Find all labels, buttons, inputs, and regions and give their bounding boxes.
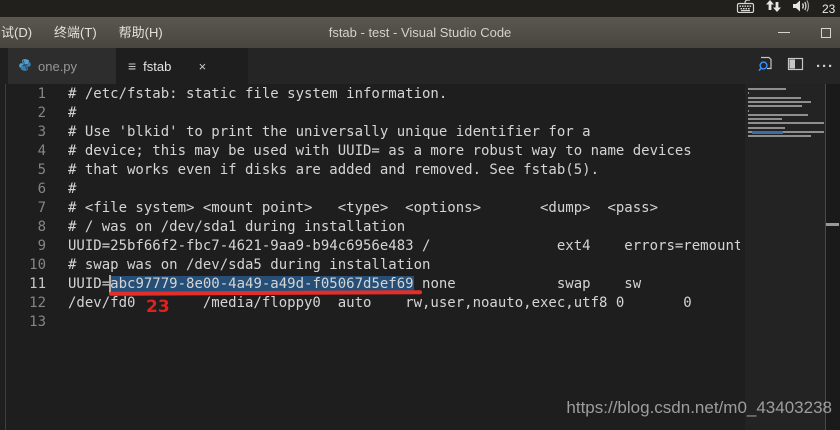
list-file-icon: ≡ [128, 58, 137, 74]
clock-text: 23 [822, 1, 836, 16]
minimap-line [748, 118, 782, 121]
line-text: # device; this may be used with UUID= as… [68, 143, 692, 159]
code-line[interactable]: 7 # <file system> <mount point> <type> <o… [0, 199, 740, 218]
keyboard-icon[interactable] [736, 0, 755, 18]
line-text: /dev/fd0 /media/floppy0 auto rw,user,noa… [68, 295, 692, 311]
tab-fstab[interactable]: ≡ fstab × [116, 48, 248, 84]
line-number[interactable]: 12 [0, 294, 46, 313]
line-number[interactable]: 4 [0, 142, 46, 161]
line-text: # <file system> <mount point> <type> <op… [68, 200, 659, 216]
network-updown-arrows-icon[interactable] [765, 0, 782, 18]
menu-help[interactable]: 帮助(H) [108, 17, 174, 48]
minimap-line [748, 109, 749, 112]
code-line[interactable]: 4 # device; this may be used with UUID= a… [0, 142, 740, 161]
more-actions-icon[interactable]: ··· [816, 58, 834, 75]
minimap[interactable] [745, 84, 825, 430]
maximize-button[interactable] [812, 17, 840, 48]
minimap-line [748, 126, 785, 129]
minimap-line [748, 96, 801, 99]
minimap-line [748, 88, 787, 90]
code-line[interactable]: 10 # swap was on /dev/sda5 during install… [0, 256, 740, 275]
line-text: # swap was on /dev/sda5 during installat… [68, 257, 431, 273]
minimize-icon [778, 32, 790, 33]
editor-pane[interactable]: 1 # /etc/fstab: static file system inform… [0, 84, 840, 430]
sidebar-edge [0, 48, 8, 84]
line-text: UUID=25bf66f2-fbc7-4621-9aa9-b94c6956e48… [68, 238, 740, 254]
volume-icon[interactable] [792, 0, 812, 18]
line-number[interactable]: 11 [0, 275, 46, 294]
csdn-watermark: https://blog.csdn.net/m0_43403238 [566, 398, 832, 417]
overview-ruler-marker [826, 223, 839, 226]
line-number[interactable]: 3 [0, 123, 46, 142]
menu-debug[interactable]: 试(D) [0, 17, 43, 48]
annotation-count-label: 23 [146, 297, 170, 317]
code-line[interactable]: 5 # that works even if disks are added an… [0, 161, 740, 180]
system-top-bar: 23 [0, 0, 840, 17]
menubar: 试(D) 终端(T) 帮助(H) [0, 17, 174, 48]
window-titlebar: 试(D) 终端(T) 帮助(H) fstab - test - Visual S… [0, 17, 840, 48]
close-tab-icon[interactable]: × [192, 59, 212, 74]
menu-terminal[interactable]: 终端(T) [43, 17, 108, 48]
code-line[interactable]: 12/dev/fd0 /media/floppy0 auto rw,user,n… [0, 294, 740, 313]
line-number[interactable]: 2 [0, 104, 46, 123]
minimap-line [748, 100, 811, 103]
python-file-icon [18, 58, 32, 75]
minimap-selection-marker [752, 131, 783, 134]
minimap-line [748, 113, 808, 116]
line-text: # [68, 105, 77, 121]
code-line[interactable]: 6 # [0, 180, 740, 199]
code-line[interactable]: 9 UUID=25bf66f2-fbc7-4621-9aa9-b94c6956e4… [0, 237, 740, 256]
tab-one-py[interactable]: one.py [8, 48, 116, 84]
system-tray: 23 [736, 0, 840, 17]
line-text [46, 313, 68, 332]
code-line[interactable]: 2 # [0, 104, 740, 123]
open-preview-icon[interactable] [757, 55, 775, 78]
minimap-line [748, 122, 824, 125]
tab-label: fstab [143, 58, 172, 74]
window-title: fstab - test - Visual Studio Code [328, 25, 512, 40]
code-line[interactable]: 1 # /etc/fstab: static file system inform… [0, 85, 740, 104]
minimap-line [748, 135, 811, 138]
tab-label: one.py [38, 58, 78, 74]
maximize-icon [821, 27, 831, 38]
line-text: # / was on /dev/sda1 during installation [68, 219, 406, 235]
vscode-window: 23 试(D) 终端(T) 帮助(H) fstab - test - Visua… [0, 0, 840, 430]
code-line[interactable]: 13 [0, 313, 740, 332]
line-number[interactable]: 13 [0, 313, 46, 332]
code-rows[interactable]: 1 # /etc/fstab: static file system inform… [0, 85, 740, 430]
split-editor-icon[interactable] [787, 56, 804, 77]
line-number[interactable]: 8 [0, 218, 46, 237]
overview-ruler[interactable] [826, 84, 840, 430]
text-cursor [109, 275, 111, 293]
line-text: # that works even if disks are added and… [68, 162, 600, 178]
code-line[interactable]: 3 # Use 'blkid' to print the universally … [0, 123, 740, 142]
minimize-button[interactable] [770, 17, 798, 48]
line-number[interactable]: 9 [0, 237, 46, 256]
line-number[interactable]: 6 [0, 180, 46, 199]
line-number[interactable]: 5 [0, 161, 46, 180]
line-number[interactable]: 7 [0, 199, 46, 218]
minimap-line [748, 92, 749, 95]
code-line[interactable]: 8 # / was on /dev/sda1 during installatio… [0, 218, 740, 237]
line-text: # /etc/fstab: static file system informa… [68, 86, 448, 102]
line-number[interactable]: 10 [0, 256, 46, 275]
line-number[interactable]: 1 [0, 85, 46, 104]
minimap-line [748, 105, 802, 108]
editor-tabbar: one.py ≡ fstab × ··· [0, 48, 840, 84]
editor-actions: ··· [757, 48, 834, 84]
line-text: # [68, 181, 77, 197]
line-text: # Use 'blkid' to print the universally u… [68, 124, 591, 140]
